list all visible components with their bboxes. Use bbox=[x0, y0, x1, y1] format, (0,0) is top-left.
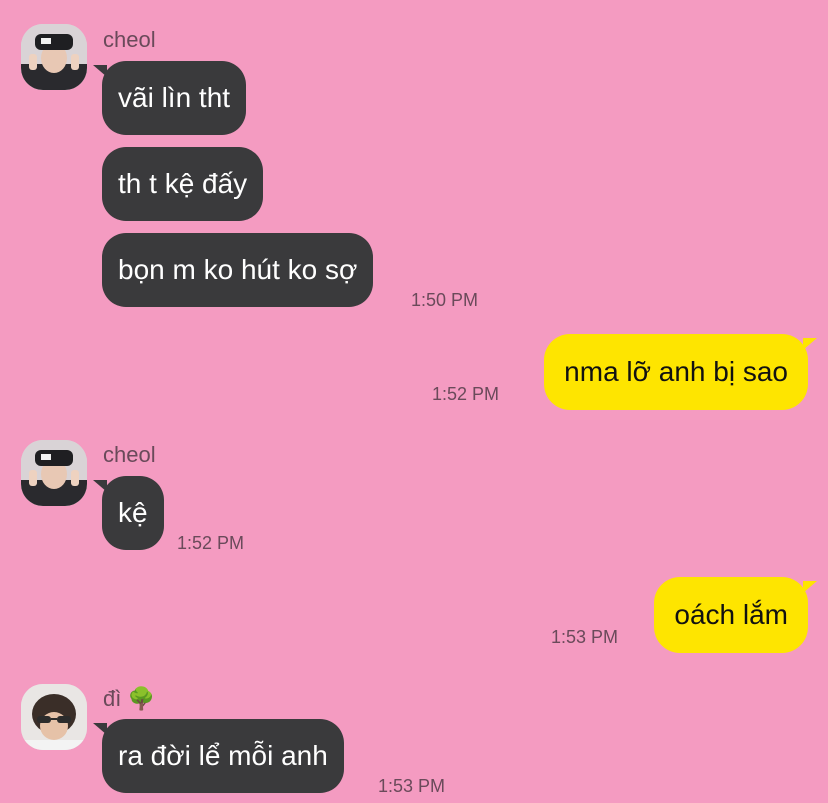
message-bubble-outgoing[interactable]: nma lỡ anh bị sao bbox=[544, 334, 817, 410]
message-bubble-incoming[interactable]: th t kệ đấy bbox=[102, 147, 264, 221]
message-timestamp: 1:52 PM bbox=[177, 533, 245, 553]
message-timestamp: 1:53 PM bbox=[551, 627, 619, 647]
message-timestamp: 1:53 PM bbox=[378, 776, 446, 796]
bubble-tail bbox=[93, 723, 107, 735]
message-text: kệ bbox=[118, 497, 148, 528]
avatar-cheol-image bbox=[21, 440, 87, 506]
message-text: nma lỡ anh bị sao bbox=[564, 356, 788, 387]
message-bubble-incoming[interactable]: ra đời lể mỗi anh bbox=[93, 719, 344, 793]
bubble-tail bbox=[93, 65, 107, 77]
avatar-di[interactable] bbox=[21, 684, 87, 750]
avatar-di-image bbox=[21, 684, 87, 750]
sender-name: cheol bbox=[103, 27, 156, 52]
bubble-tail bbox=[93, 480, 107, 492]
message-bubble-outgoing[interactable]: oách lắm bbox=[654, 577, 817, 653]
avatar-cheol[interactable] bbox=[21, 440, 87, 506]
message-text: th t kệ đấy bbox=[118, 168, 248, 199]
message-text: bọn m ko hút ko sợ bbox=[118, 254, 358, 285]
bubble-tail bbox=[803, 581, 817, 593]
sender-name-row: đì 🌳 bbox=[103, 686, 155, 712]
sender-name: đì bbox=[103, 686, 122, 711]
message-text: oách lắm bbox=[674, 599, 788, 630]
message-bubble-incoming[interactable]: vãi lìn tht bbox=[93, 61, 247, 135]
avatar-cheol[interactable] bbox=[21, 24, 87, 90]
message-text: ra đời lể mỗi anh bbox=[118, 740, 328, 771]
message-text: vãi lìn tht bbox=[118, 82, 231, 113]
message-timestamp: 1:50 PM bbox=[411, 290, 479, 310]
message-bubble-incoming[interactable]: bọn m ko hút ko sợ bbox=[102, 233, 374, 307]
avatar-cheol-image bbox=[21, 24, 87, 90]
tree-emoji-icon: 🌳 bbox=[127, 686, 155, 711]
message-timestamp: 1:52 PM bbox=[432, 384, 500, 404]
sender-name: cheol bbox=[103, 442, 156, 467]
message-bubble-incoming[interactable]: kệ bbox=[93, 476, 164, 550]
bubble-tail bbox=[803, 338, 817, 350]
